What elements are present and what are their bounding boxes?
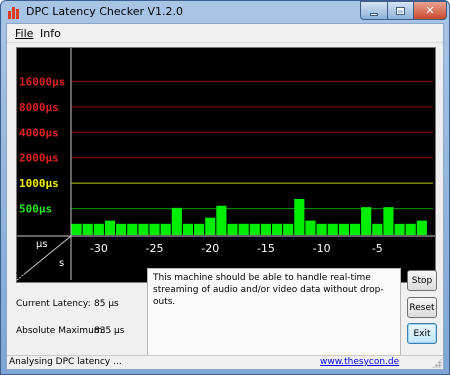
- latency-bar: [160, 223, 171, 235]
- reset-button[interactable]: Reset: [407, 297, 437, 318]
- menu-info-label: Info: [40, 27, 61, 40]
- absolute-maximum-label: Absolute Maximum:: [16, 326, 106, 336]
- menu-file-label: File: [15, 27, 34, 40]
- result-message-box: This machine should be able to handle re…: [147, 268, 401, 365]
- result-message: This machine should be able to handle re…: [153, 273, 384, 307]
- latency-bar: [361, 207, 372, 235]
- latency-bar: [104, 220, 116, 235]
- y-tick-label-4000: 4000µs: [19, 126, 59, 139]
- stop-button[interactable]: Stop: [407, 270, 437, 291]
- x-tick-label: -25: [146, 242, 164, 255]
- x-tick-label: -30: [90, 242, 108, 255]
- x-tick-label: -20: [201, 242, 219, 255]
- x-tick-label: -5: [372, 242, 383, 255]
- latency-bar: [394, 223, 405, 235]
- y-tick-label-1000: 1000µs: [19, 177, 59, 190]
- y-tick-label-2000: 2000µs: [19, 152, 59, 165]
- status-text: Analysing DPC latency ...: [9, 357, 122, 367]
- corner-unit-us: µs: [36, 239, 48, 250]
- exit-button[interactable]: Exit: [407, 323, 437, 344]
- latency-bar: [249, 223, 260, 235]
- test-interval-value: 1000 µs: [94, 272, 131, 282]
- latency-bar: [238, 223, 249, 235]
- current-latency-value: 85 µs: [94, 299, 119, 309]
- close-button[interactable]: ✕: [413, 1, 447, 20]
- latency-bar: [127, 223, 138, 235]
- latency-bar: [216, 205, 227, 235]
- close-icon: ✕: [425, 4, 435, 17]
- current-latency-label: Current Latency:: [16, 299, 91, 309]
- y-tick-label-500: 500µs: [19, 203, 52, 216]
- latency-bar: [416, 220, 427, 235]
- latency-bar: [305, 220, 316, 235]
- resize-grip[interactable]: [432, 358, 442, 368]
- corner-unit-s: s: [59, 258, 64, 269]
- minimize-icon: [370, 12, 378, 16]
- latency-bar: [316, 223, 327, 235]
- y-tick-label-16000: 16000µs: [19, 75, 65, 88]
- latency-bar: [182, 223, 194, 235]
- latency-bar: [194, 223, 205, 235]
- x-tick-label: -15: [257, 242, 275, 255]
- y-tick-label-8000: 8000µs: [19, 101, 59, 114]
- latency-bar: [372, 223, 383, 235]
- test-interval-label: Test Interval:: [16, 272, 75, 282]
- client-area: File Info 500µs 1000µs 2000µs 4000µs 8000µs 1…: [6, 23, 444, 370]
- window-title: DPC Latency Checker V1.2.0: [26, 5, 184, 18]
- latency-bar: [260, 223, 271, 235]
- app-bars-icon: [7, 5, 21, 19]
- latency-bar: [283, 223, 294, 235]
- menu-file[interactable]: File: [15, 27, 33, 40]
- latency-bar: [82, 223, 93, 235]
- latency-bar: [138, 223, 149, 235]
- absolute-maximum-value: 835 µs: [94, 326, 125, 336]
- latency-bar: [227, 223, 238, 235]
- latency-bar: [327, 223, 338, 235]
- latency-bar: [116, 223, 127, 235]
- menu-bar: File Info: [7, 24, 443, 43]
- thesycon-link[interactable]: www.thesycon.de: [320, 357, 399, 367]
- latency-bar: [338, 223, 349, 235]
- latency-bar: [383, 207, 394, 235]
- latency-bar: [149, 223, 160, 235]
- menu-info[interactable]: Info: [40, 27, 61, 40]
- latency-bar: [294, 198, 305, 235]
- latency-bar: [271, 223, 283, 235]
- app-window: DPC Latency Checker V1.2.0 ✕ File Info 5…: [0, 0, 450, 375]
- latency-bar: [171, 207, 182, 235]
- status-bar: Analysing DPC latency ... www.thesycon.d…: [7, 355, 443, 369]
- latency-chart-svg: 500µs 1000µs 2000µs 4000µs 8000µs 16000µs µss -…: [17, 48, 435, 281]
- latency-bar: [71, 223, 82, 235]
- latency-bar: [349, 223, 361, 235]
- title-bar[interactable]: DPC Latency Checker V1.2.0 ✕: [1, 1, 449, 23]
- minimize-button[interactable]: [360, 1, 387, 20]
- latency-chart: 500µs 1000µs 2000µs 4000µs 8000µs 16000µs µs s -…: [16, 47, 436, 283]
- latency-bar: [93, 223, 104, 235]
- latency-bar: [205, 217, 216, 235]
- x-tick-label: -10: [313, 242, 331, 255]
- maximize-button[interactable]: [387, 1, 413, 20]
- maximize-icon: [396, 6, 405, 15]
- latency-bar: [405, 223, 416, 235]
